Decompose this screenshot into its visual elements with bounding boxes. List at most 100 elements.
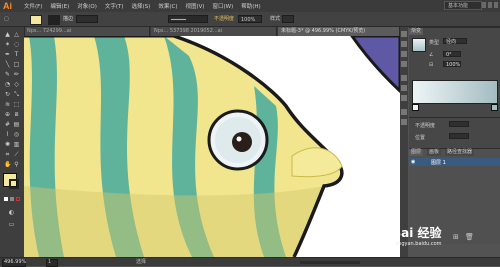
scroll-bar[interactable]	[300, 261, 360, 264]
close-button[interactable]	[494, 2, 498, 8]
layer-name: 图层 1	[431, 160, 446, 166]
eyedropper-icon[interactable]: ⌇	[4, 131, 11, 138]
eye-pupil	[232, 132, 252, 152]
eraser-tool-icon[interactable]: ◇	[13, 81, 20, 88]
perspective-grid-icon[interactable]: ⧈	[13, 111, 20, 118]
menu-help[interactable]: 帮助(H)	[241, 2, 260, 10]
opacity-label: 不透明度	[415, 123, 436, 129]
baidu-watermark: Bai 经验 jingyan.baidu.com	[392, 226, 442, 247]
gradient-stop-right[interactable]	[491, 104, 498, 111]
stroke-panel-icon[interactable]	[401, 75, 407, 81]
gradient-type-dropdown[interactable]: 径向	[443, 38, 467, 45]
rotate-tool-icon[interactable]: ↻	[4, 91, 11, 98]
minimize-button[interactable]	[482, 2, 486, 8]
tab-artboards[interactable]: 画板	[427, 149, 442, 156]
pencil-tool-icon[interactable]: ✏	[13, 71, 20, 78]
opacity-field[interactable]: 100%	[238, 15, 262, 23]
transparency-panel: 不透明度 位置	[409, 117, 500, 148]
pen-tool-icon[interactable]: ✒	[4, 51, 11, 58]
ratio-icon: ⊟	[429, 62, 434, 68]
mesh-tool-icon[interactable]: #	[4, 121, 11, 128]
gradient-panel-icon[interactable]	[401, 85, 407, 91]
none-mode-icon[interactable]	[16, 197, 20, 201]
blend-tool-icon[interactable]: ◎	[13, 131, 20, 138]
tab-gradient[interactable]: 渐变	[409, 28, 424, 35]
width-tool-icon[interactable]: ≋	[4, 101, 11, 108]
menu-window[interactable]: 窗口(W)	[213, 2, 234, 10]
rectangle-tool-icon[interactable]: □	[13, 61, 20, 68]
selection-tool-icon[interactable]: ▲	[4, 31, 11, 38]
tab-document-active[interactable]: 未标题-3* @ 496.99% (CMYK/预览)	[278, 27, 400, 36]
gradient-angle-field[interactable]: 0°	[443, 51, 461, 58]
color-mode-icon[interactable]	[4, 197, 8, 201]
slice-tool-icon[interactable]: ⟋	[13, 151, 20, 158]
fill-swatch[interactable]	[30, 15, 42, 25]
menu-object[interactable]: 对象(O)	[77, 2, 97, 10]
stroke-profile-dropdown[interactable]: ━━━━━	[168, 15, 208, 23]
layer-row[interactable]: ◉ 图层 1	[409, 158, 500, 166]
gradient-slider[interactable]	[412, 80, 498, 104]
magic-wand-icon[interactable]: ✶	[4, 41, 11, 48]
gradient-stop-left[interactable]	[412, 104, 419, 111]
maximize-button[interactable]	[488, 2, 492, 8]
stroke-swatch[interactable]	[48, 15, 60, 25]
shape-builder-icon[interactable]: ⊕	[4, 111, 11, 118]
graph-tool-icon[interactable]: ▥	[13, 141, 20, 148]
draw-mode-icon[interactable]: ◐	[8, 209, 15, 216]
style-dropdown[interactable]	[282, 15, 294, 23]
direct-selection-tool-icon[interactable]: △	[13, 31, 20, 38]
gradient-ratio-field[interactable]: 100%	[443, 61, 461, 68]
stroke-weight-field[interactable]	[76, 15, 98, 23]
eye-icon[interactable]: ◉	[411, 159, 415, 165]
artboard-tool-icon[interactable]: ⌗	[4, 151, 11, 158]
opacity-label: 不透明度	[214, 16, 235, 22]
tab-pathfinder[interactable]: 路径查找器	[445, 149, 475, 156]
brushes-panel-icon[interactable]	[401, 51, 407, 57]
zoom-tool-icon[interactable]: ⚲	[13, 161, 20, 168]
menu-file[interactable]: 文件(F)	[24, 2, 42, 10]
hand-tool-icon[interactable]: ✋	[4, 161, 11, 168]
menu-effect[interactable]: 效果(C)	[158, 2, 177, 10]
right-panels: 渐变 类型 径向 ∠ 0° ⊟ 100% 不透明度 位置 图层 画板 路径查找器…	[400, 27, 500, 257]
gradient-mode-icon[interactable]	[10, 197, 14, 201]
menu-view[interactable]: 视图(V)	[185, 2, 204, 10]
tab-document-2[interactable]: Nps... 537398 2019052...ai	[151, 27, 277, 36]
lasso-icon[interactable]: ◌	[13, 41, 20, 48]
panel-position-field[interactable]	[449, 133, 469, 139]
screen-mode-icon[interactable]: ▭	[8, 221, 15, 228]
window-controls	[482, 2, 498, 8]
workspace-switcher[interactable]: 基本功能	[444, 1, 482, 10]
line-tool-icon[interactable]: ╲	[4, 61, 11, 68]
gradient-swatch[interactable]	[412, 38, 426, 52]
blob-brush-icon[interactable]: ◔	[4, 81, 11, 88]
delete-layer-icon[interactable]: 🗑	[465, 233, 474, 241]
artboard-canvas[interactable]	[24, 36, 400, 257]
free-transform-icon[interactable]: ⬚	[13, 101, 20, 108]
graphic-styles-panel-icon[interactable]	[401, 119, 407, 125]
app-logo: Ai	[3, 1, 12, 11]
add-layer-icon[interactable]: ⊞	[453, 233, 459, 241]
symbols-panel-icon[interactable]	[401, 61, 407, 67]
menu-type[interactable]: 文字(T)	[105, 2, 124, 10]
menu-select[interactable]: 选择(S)	[132, 2, 151, 10]
gradient-panel: 渐变 类型 径向 ∠ 0° ⊟ 100%	[409, 27, 500, 118]
brush-tool-icon[interactable]: ✎	[4, 71, 11, 78]
appearance-panel-icon[interactable]	[401, 109, 407, 115]
type-tool-icon[interactable]: T	[13, 51, 20, 58]
tab-layers[interactable]: 图层	[409, 149, 424, 156]
menu-edit[interactable]: 编辑(E)	[50, 2, 69, 10]
tab-document-1[interactable]: Nps... 724299...ai	[24, 27, 150, 36]
angle-icon: ∠	[429, 52, 434, 58]
transparency-panel-icon[interactable]	[401, 95, 407, 101]
gradient-tool-icon[interactable]: ▤	[13, 121, 20, 128]
color-panel-icon[interactable]	[401, 31, 407, 37]
symbol-sprayer-icon[interactable]: ✺	[4, 141, 11, 148]
panel-opacity-field[interactable]	[449, 121, 469, 127]
stroke-label: 描边	[63, 16, 74, 22]
swatches-panel-icon[interactable]	[401, 41, 407, 47]
control-bar: ▢ 描边 ━━━━━ 不透明度 100% 样式	[0, 12, 500, 27]
fish-illustration	[24, 36, 400, 257]
scale-tool-icon[interactable]: ⤡	[13, 91, 20, 98]
stroke-color-box[interactable]	[9, 179, 19, 189]
tools-panel: ▲ △ ✶ ◌ ✒ T ╲ □ ✎ ✏ ◔ ◇ ↻ ⤡ ≋ ⬚ ⊕ ⧈ # ▤ …	[0, 27, 25, 257]
